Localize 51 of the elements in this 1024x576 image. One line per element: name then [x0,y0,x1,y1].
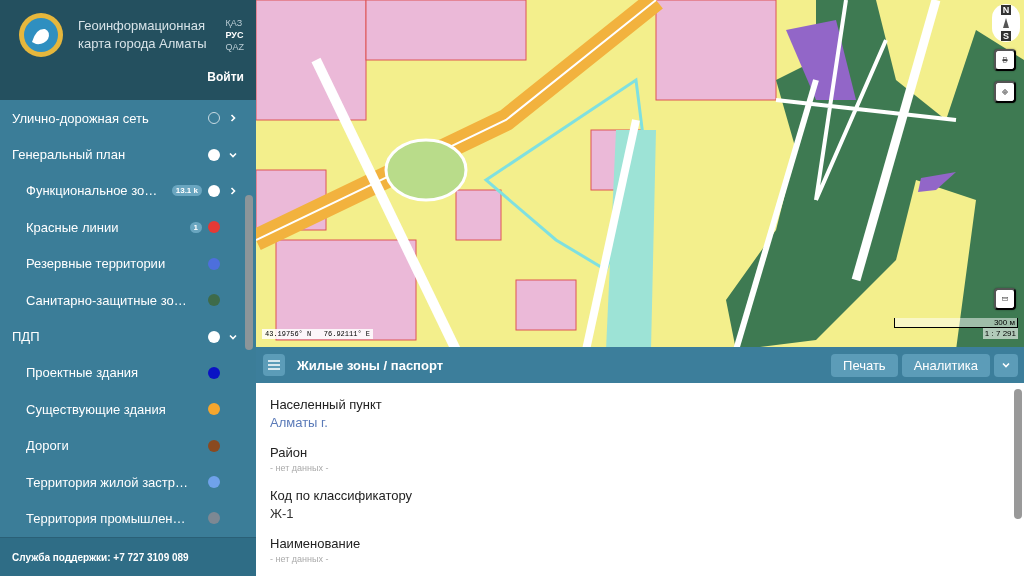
layer-label[interactable]: Территория жилой застр… [26,474,208,490]
field-label: Район [270,445,309,460]
layer-label[interactable]: Территория промышлен… [26,511,208,526]
layer-label[interactable]: Функциональное зо… [26,183,172,199]
panel-button[interactable]: Аналитика [901,353,990,377]
layer-label[interactable]: Проектные здания [26,365,208,381]
field-label: Код по классификатору [270,488,413,503]
language-link[interactable]: ҚАЗ [225,18,244,28]
map-drawing[interactable] [256,0,1024,348]
dropdown-button[interactable] [994,353,1018,377]
support-text: Служба поддержки: +7 727 3109 089 [0,537,256,576]
needle-icon [1003,18,1009,28]
scale-ratio: 1 : 7 291 [982,328,1018,340]
field-value: - нет данных - [270,463,330,473]
login-link[interactable]: Войти [207,70,244,84]
ruler-icon [1002,295,1008,303]
layer-label[interactable]: Дороги [26,438,208,454]
app-title: Геоинформационная [78,17,206,35]
layer-label[interactable]: Улично-дорожная сеть [12,110,208,126]
count-badge: 1 [189,221,202,233]
field-label: Населенный пункт [270,397,383,412]
chevron-icon[interactable] [228,185,238,196]
layer-toggle[interactable] [208,148,220,161]
layer-toggle[interactable] [208,330,220,343]
panel-button[interactable]: Печать [831,353,898,377]
locate-button[interactable] [994,81,1016,103]
layer-label[interactable]: ПДП [12,329,208,345]
layer-label[interactable]: Красные линии [26,219,190,235]
layer-label[interactable]: Существующие здания [26,401,208,417]
layer-label[interactable]: Генеральный план [12,147,208,163]
measure-button[interactable] [994,288,1016,310]
scale-bar: 300 м [894,318,1018,329]
layer-label[interactable]: Резервные территории [26,256,208,272]
language-link[interactable]: QAZ [225,42,244,52]
language-link[interactable]: РУС [225,30,244,40]
chevron-icon[interactable] [228,113,238,124]
print-button[interactable] [994,49,1016,71]
menu-button[interactable] [263,354,285,377]
field-value: - нет данных - [270,554,330,564]
app-title: карта города Алматы [78,35,208,53]
field-value: Ж-1 [270,506,295,521]
city-emblem-icon [18,12,64,58]
layer-toggle[interactable] [208,184,220,197]
field-link[interactable]: Алматы г. [270,415,1010,430]
field-label: Наименование [270,536,362,551]
scrollbar[interactable] [245,195,253,350]
count-badge: 13.1 k [171,185,202,197]
layer-label[interactable]: Санитарно-защитные зо… [26,292,208,308]
menu-icon [268,360,280,371]
panel-title: Жилые зоны / паспорт [297,357,445,373]
scrollbar[interactable] [1014,389,1022,519]
